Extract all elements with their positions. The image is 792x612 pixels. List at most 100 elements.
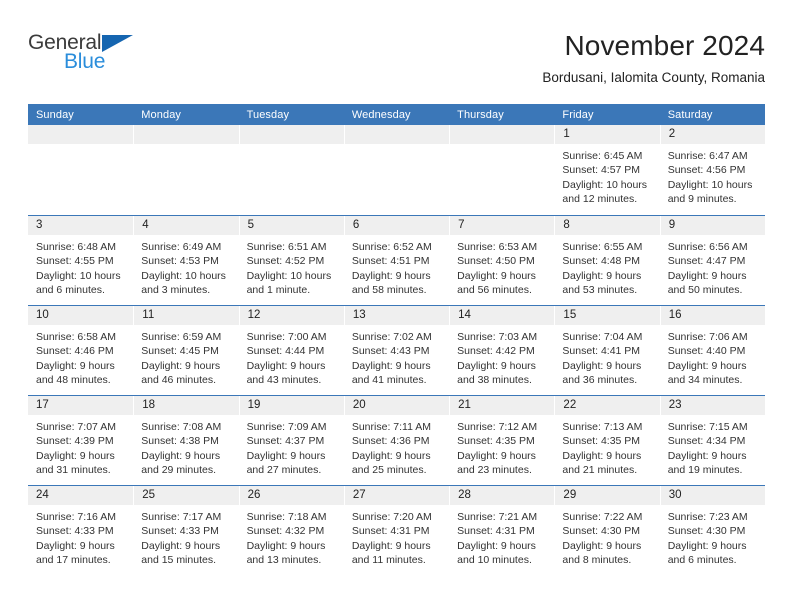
calendar-day-cell[interactable]: 26 Sunrise: 7:18 AM Sunset: 4:32 PM Dayligh… [238,486,344,575]
calendar-day-cell[interactable]: 27 Sunrise: 7:20 AM Sunset: 4:31 PM Dayligh… [343,486,450,575]
calendar-day-cell[interactable]: 13 Sunrise: 7:02 AM Sunset: 4:43 PM Dayligh… [343,306,450,395]
calendar-day-cell[interactable]: 1 Sunrise: 6:45 AM Sunset: 4:57 PM Daylight… [554,125,660,215]
day-number: 30 [668,488,682,501]
sunrise-text: Sunrise: 7:16 AM [36,511,116,523]
day-details: Sunrise: 6:59 AM Sunset: 4:45 PM Daylight:… [133,325,238,387]
calendar-day-cell[interactable]: 17 Sunrise: 7:07 AM Sunset: 4:39 PM Dayligh… [28,396,134,485]
logo-text-general: General [28,31,102,54]
sunset-text: Sunset: 4:31 PM [351,525,430,538]
calendar-day-cell[interactable]: 11 Sunrise: 6:59 AM Sunset: 4:45 PM Dayligh… [133,306,239,395]
day-details: Sunrise: 7:03 AM Sunset: 4:42 PM Daylight:… [449,325,554,387]
day-details: Sunrise: 6:45 AM Sunset: 4:57 PM Daylight:… [554,144,659,206]
calendar-day-cell-empty [133,125,239,215]
day-number-band [238,125,344,144]
calendar-day-cell[interactable]: 25 Sunrise: 7:17 AM Sunset: 4:33 PM Dayligh… [133,486,239,575]
sunset-text: Sunset: 4:31 PM [457,525,535,538]
calendar-day-cell[interactable]: 10 Sunrise: 6:58 AM Sunset: 4:46 PM Dayligh… [28,306,134,395]
calendar-day-cell[interactable]: 2 Sunrise: 6:47 AM Sunset: 4:56 PM Daylight… [659,125,765,215]
day-number: 28 [458,488,471,501]
calendar-day-cell[interactable]: 28 Sunrise: 7:21 AM Sunset: 4:31 PM Dayligh… [449,486,555,575]
calendar-day-cell[interactable]: 6 Sunrise: 6:52 AM Sunset: 4:51 PM Daylight… [343,216,450,305]
day-number-band: 21 [449,396,555,415]
calendar-day-cell[interactable]: 30 Sunrise: 7:23 AM Sunset: 4:30 PM Dayligh… [659,486,765,575]
daylight-text: Daylight: 9 hours and 23 minutes. [457,449,536,476]
sunrise-text: Sunrise: 7:03 AM [457,331,538,343]
day-number: 19 [247,398,261,411]
calendar-day-cell[interactable]: 21 Sunrise: 7:12 AM Sunset: 4:35 PM Dayligh… [449,396,555,485]
day-number: 29 [563,488,577,501]
calendar-day-cell[interactable]: 5 Sunrise: 6:51 AM Sunset: 4:52 PM Daylight… [238,216,344,305]
sunrise-text: Sunrise: 6:48 AM [36,241,116,253]
day-number-band: 7 [449,216,555,235]
calendar-day-cell[interactable]: 15 Sunrise: 7:04 AM Sunset: 4:41 PM Dayligh… [554,306,660,395]
day-details: Sunrise: 7:23 AM Sunset: 4:30 PM Daylight:… [660,505,765,567]
calendar-day-cell[interactable]: 4 Sunrise: 6:49 AM Sunset: 4:53 PM Daylight… [133,216,239,305]
sunset-text: Sunset: 4:34 PM [667,435,746,448]
calendar-day-cell[interactable]: 22 Sunrise: 7:13 AM Sunset: 4:35 PM Dayligh… [554,396,660,485]
day-number: 21 [458,398,471,411]
daylight-text: Daylight: 10 hours and 9 minutes. [667,178,753,205]
daylight-text: Daylight: 9 hours and 58 minutes. [351,269,431,296]
day-number-band: 4 [133,216,239,235]
calendar-day-cell[interactable]: 12 Sunrise: 7:00 AM Sunset: 4:44 PM Dayligh… [238,306,344,395]
daylight-text: Daylight: 9 hours and 31 minutes. [36,449,115,476]
sunrise-text: Sunrise: 7:00 AM [246,331,327,343]
day-number-band [28,125,134,144]
calendar-day-cell[interactable]: 3 Sunrise: 6:48 AM Sunset: 4:55 PM Daylight… [28,216,134,305]
calendar-day-cell[interactable]: 9 Sunrise: 6:56 AM Sunset: 4:47 PM Daylight… [659,216,765,305]
calendar-day-cell[interactable]: 29 Sunrise: 7:22 AM Sunset: 4:30 PM Dayligh… [554,486,660,575]
day-number: 11 [142,308,155,321]
weekday-header-sunday: Sunday [36,108,74,121]
day-details: Sunrise: 7:16 AM Sunset: 4:33 PM Daylight:… [28,505,133,567]
calendar-day-cell[interactable]: 19 Sunrise: 7:09 AM Sunset: 4:37 PM Dayligh… [238,396,344,485]
calendar-day-cell[interactable]: 7 Sunrise: 6:53 AM Sunset: 4:50 PM Daylight… [449,216,555,305]
sunrise-text: Sunrise: 7:02 AM [351,331,432,343]
day-number-band: 11 [133,306,239,325]
weekday-header-friday: Friday [562,108,594,121]
day-number: 14 [458,308,471,321]
sunrise-text: Sunrise: 7:22 AM [562,511,643,523]
daylight-text: Daylight: 9 hours and 6 minutes. [667,539,747,566]
day-number: 16 [668,308,682,321]
page-header: General Blue November 2024 Bordusani, Ia… [28,28,765,98]
sunset-text: Sunset: 4:48 PM [562,255,641,268]
calendar-day-cell[interactable]: 18 Sunrise: 7:08 AM Sunset: 4:38 PM Dayligh… [133,396,239,485]
daylight-text: Daylight: 9 hours and 10 minutes. [457,539,536,566]
calendar-day-cell[interactable]: 8 Sunrise: 6:55 AM Sunset: 4:48 PM Daylight… [554,216,660,305]
calendar-weeks: 1 Sunrise: 6:45 AM Sunset: 4:57 PM Daylight… [28,125,765,575]
day-number-band: 10 [28,306,134,325]
daylight-text: Daylight: 9 hours and 15 minutes. [141,539,221,566]
sunset-text: Sunset: 4:35 PM [562,435,641,448]
calendar-day-cell[interactable]: 14 Sunrise: 7:03 AM Sunset: 4:42 PM Dayligh… [449,306,555,395]
day-details: Sunrise: 7:21 AM Sunset: 4:31 PM Daylight:… [449,505,554,567]
calendar-day-cell[interactable]: 20 Sunrise: 7:11 AM Sunset: 4:36 PM Dayligh… [343,396,450,485]
sunset-text: Sunset: 4:33 PM [141,525,219,538]
day-number-band: 13 [343,306,450,325]
day-details: Sunrise: 7:22 AM Sunset: 4:30 PM Daylight:… [554,505,659,567]
day-number-band: 5 [238,216,344,235]
day-number: 5 [247,218,254,231]
day-number: 25 [142,488,156,501]
day-number-band: 9 [659,216,765,235]
sunset-text: Sunset: 4:46 PM [36,345,114,358]
general-blue-logo[interactable]: General Blue [28,32,228,92]
sunrise-text: Sunrise: 6:59 AM [141,331,222,343]
day-number-band: 18 [133,396,239,415]
calendar-page: General Blue November 2024 Bordusani, Ia… [0,0,792,612]
triangle-icon [102,35,133,52]
calendar-day-cell[interactable]: 24 Sunrise: 7:16 AM Sunset: 4:33 PM Dayligh… [28,486,134,575]
day-number: 7 [458,218,465,231]
daylight-text: Daylight: 9 hours and 36 minutes. [562,359,642,386]
weekday-header-wednesday: Wednesday [351,108,411,121]
calendar-week-row: 24 Sunrise: 7:16 AM Sunset: 4:33 PM Dayligh… [28,485,765,575]
sunset-text: Sunset: 4:40 PM [667,345,746,358]
day-number-band: 25 [133,486,239,505]
day-details: Sunrise: 6:47 AM Sunset: 4:56 PM Daylight:… [660,144,765,206]
calendar-day-cell[interactable]: 16 Sunrise: 7:06 AM Sunset: 4:40 PM Dayligh… [659,306,765,395]
calendar-day-cell[interactable]: 23 Sunrise: 7:15 AM Sunset: 4:34 PM Dayligh… [659,396,765,485]
sunset-text: Sunset: 4:30 PM [562,525,641,538]
daylight-text: Daylight: 9 hours and 25 minutes. [351,449,431,476]
day-number-band: 29 [554,486,660,505]
day-number-band: 26 [238,486,344,505]
day-number-band: 8 [554,216,660,235]
